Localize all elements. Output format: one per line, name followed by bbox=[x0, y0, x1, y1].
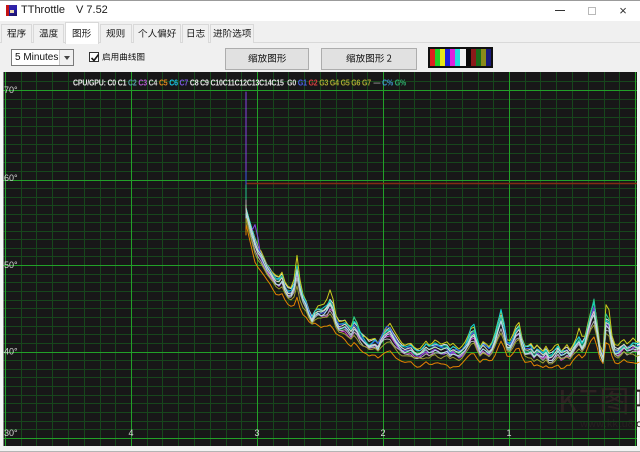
svg-text:70°: 70° bbox=[4, 85, 18, 95]
svg-text:3: 3 bbox=[254, 428, 259, 438]
svg-text:2: 2 bbox=[380, 428, 385, 438]
svg-text:60°: 60° bbox=[4, 173, 18, 183]
svg-text:4: 4 bbox=[128, 428, 133, 438]
svg-text:30°: 30° bbox=[4, 428, 18, 438]
svg-text:1: 1 bbox=[506, 428, 511, 438]
svg-text:CPU/GPU:C0C1C2C3C4C5C6C7C8C9C1: CPU/GPU:C0C1C2C3C4C5C6C7C8C9C10C11C12C13… bbox=[73, 79, 406, 88]
svg-text:50°: 50° bbox=[4, 260, 18, 270]
svg-text:40°: 40° bbox=[4, 347, 18, 357]
